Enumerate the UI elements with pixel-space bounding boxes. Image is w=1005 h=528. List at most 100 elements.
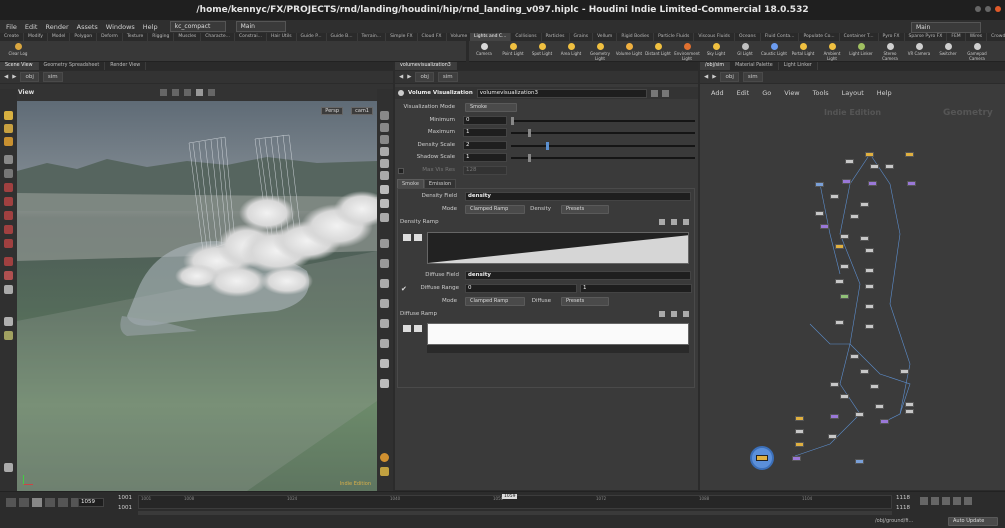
3d-viewport[interactable]: Persp cam1 Indie Edition (17, 101, 377, 491)
display-option-icon[interactable] (380, 299, 389, 308)
display-option-icon[interactable] (380, 379, 389, 388)
diffuse-range-min[interactable]: 0 (465, 284, 577, 293)
light-tool[interactable]: Portal Light (789, 43, 817, 61)
diffuse-ramp-keys[interactable] (427, 345, 689, 353)
shelf-tab[interactable]: FEM (947, 33, 966, 41)
light-tool-icon[interactable] (4, 257, 13, 266)
light-tool[interactable]: Sky Light (702, 43, 730, 61)
network-node[interactable] (820, 224, 829, 229)
light-tool[interactable]: Ambient Light (818, 43, 846, 61)
network-node[interactable] (870, 164, 879, 169)
ramp-option-icon[interactable] (671, 219, 677, 225)
shelf-tab[interactable]: Lights and C... (470, 33, 512, 41)
display-option-icon[interactable] (380, 185, 389, 194)
shelf-tab[interactable]: Crowds (987, 33, 1005, 41)
minimum-knob[interactable] (511, 117, 514, 125)
auto-update-menu[interactable]: Auto Update (948, 517, 998, 526)
network-node[interactable] (845, 159, 854, 164)
node-name-field[interactable]: volumevisualization3 (476, 88, 647, 98)
light-tool[interactable]: VR Camera (905, 43, 933, 61)
network-node[interactable] (870, 384, 879, 389)
menu-windows[interactable]: Windows (104, 23, 137, 31)
minimize-icon[interactable] (975, 6, 981, 12)
network-node[interactable] (835, 279, 844, 284)
density-scale-field[interactable]: 2 (463, 141, 507, 150)
path-sim[interactable]: sim (437, 72, 458, 82)
display-option-icon[interactable] (380, 135, 389, 144)
range-end[interactable]: 1118 (896, 495, 910, 501)
display-option-icon[interactable] (380, 123, 389, 132)
network-editor[interactable]: Add Edit Go View Tools Layout Help Indie… (700, 84, 1005, 490)
network-node[interactable] (855, 412, 864, 417)
shelf-tab[interactable]: Oceans (735, 33, 761, 41)
display-option-icon[interactable] (380, 279, 389, 288)
display-option-icon[interactable] (380, 359, 389, 368)
network-node[interactable] (815, 211, 824, 216)
network-node[interactable] (860, 236, 869, 241)
shelf-tab[interactable]: Particle Fluids (654, 33, 695, 41)
network-node[interactable] (865, 268, 874, 273)
forward-icon[interactable]: ▶ (407, 74, 411, 80)
desktop-selector-mid[interactable]: Main (235, 21, 286, 32)
handle-tool-icon[interactable] (4, 169, 13, 178)
gear-icon[interactable] (683, 219, 689, 225)
shelf-tab[interactable]: Populate Co... (799, 33, 840, 41)
maximum-knob[interactable] (528, 129, 531, 137)
camera-menu[interactable]: cam1 (351, 107, 373, 115)
density-ramp-graph[interactable] (427, 232, 689, 264)
light-tool[interactable]: Spot Light (528, 43, 556, 61)
network-node[interactable] (795, 429, 804, 434)
shelf-tab[interactable]: Muscles (174, 33, 202, 41)
paint-tool-icon[interactable] (4, 183, 13, 192)
ramp-add-icon[interactable] (414, 325, 422, 332)
path-obj[interactable]: obj (415, 72, 434, 82)
display-tool-icon[interactable] (184, 89, 191, 96)
network-node[interactable] (835, 244, 844, 249)
network-node[interactable] (828, 434, 837, 439)
maximum-slider[interactable] (511, 132, 695, 134)
tab-render-view[interactable]: Render View (105, 62, 147, 70)
menu-assets[interactable]: Assets (75, 23, 100, 31)
ramp-option-icon[interactable] (659, 311, 665, 317)
rotate-tool-icon[interactable] (4, 137, 13, 146)
display-option-icon[interactable] (380, 111, 389, 120)
network-node[interactable] (830, 414, 839, 419)
network-node[interactable] (815, 182, 824, 187)
desktop-selector-right[interactable]: Main (911, 22, 981, 33)
tab-light-linker[interactable]: Light Linker (779, 62, 818, 70)
ramp-remove-icon[interactable] (403, 325, 411, 332)
diffuse-ramp-graph[interactable] (427, 323, 689, 345)
layout-icon[interactable] (380, 467, 389, 476)
gear-icon[interactable] (683, 311, 689, 317)
shelf-tab[interactable]: Deform (97, 33, 123, 41)
shelf-tab[interactable]: Constrai... (235, 33, 267, 41)
network-node[interactable] (905, 409, 914, 414)
forward-icon[interactable]: ▶ (12, 74, 16, 80)
minimum-slider[interactable] (511, 120, 695, 122)
close-icon[interactable] (995, 6, 1001, 12)
maximum-field[interactable]: 1 (463, 128, 507, 137)
clear-log-tool[interactable]: Clear Log (4, 43, 32, 61)
light-tool[interactable]: Point Light (499, 43, 527, 61)
display-option-icon[interactable] (380, 239, 389, 248)
shadow-scale-field[interactable]: 1 (463, 153, 507, 162)
shelf-tab[interactable]: Rigid Bodies (617, 33, 655, 41)
shelf-tab[interactable]: Collisions (511, 33, 542, 41)
network-node[interactable] (885, 164, 894, 169)
selected-node[interactable] (756, 455, 768, 461)
network-node[interactable] (860, 369, 869, 374)
display-option-icon[interactable] (380, 199, 389, 208)
shelf-tab[interactable]: Pyro FX (879, 33, 905, 41)
vis-mode-menu[interactable]: Smoke (465, 103, 517, 112)
shelf-tab[interactable]: Characte... (201, 33, 235, 41)
network-node[interactable] (795, 416, 804, 421)
shelf-tab[interactable]: Sparse Pyro FX (905, 33, 948, 41)
render-tool-icon[interactable] (4, 331, 13, 340)
network-node[interactable] (830, 194, 839, 199)
network-node[interactable] (905, 402, 914, 407)
network-node[interactable] (865, 324, 874, 329)
range-start2[interactable]: 1001 (118, 505, 132, 511)
minimum-field[interactable]: 0 (463, 116, 507, 125)
menu-file[interactable]: File (4, 23, 19, 31)
menu-edit[interactable]: Edit (23, 23, 40, 31)
